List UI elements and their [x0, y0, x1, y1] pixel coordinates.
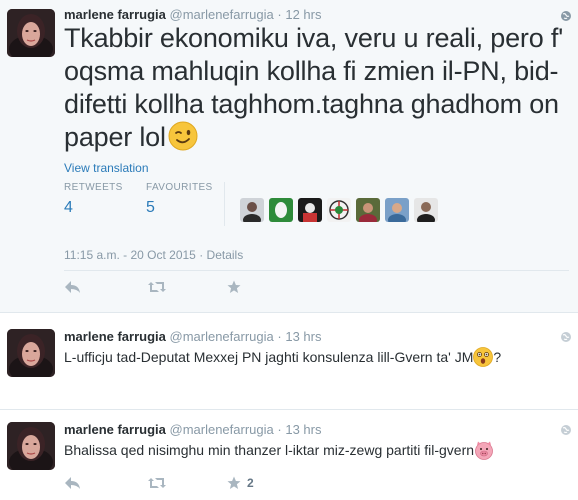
- pig-face-emoji: [475, 441, 493, 460]
- tweet-text-content: Bhalissa qed nisimghu min thanzer l-ikta…: [64, 442, 475, 458]
- retweet-button[interactable]: [147, 279, 167, 295]
- favourites-stat[interactable]: FAVOURITES 5: [146, 182, 213, 217]
- details-link[interactable]: Details: [207, 248, 244, 262]
- stats-divider: [224, 182, 225, 226]
- separator-dot: ·: [277, 422, 282, 437]
- avatar[interactable]: [7, 422, 55, 470]
- retweets-label: RETWEETS: [64, 182, 123, 193]
- tweet-time[interactable]: 13 hrs: [285, 329, 321, 344]
- astonished-face-emoji: [473, 346, 494, 367]
- user-handle[interactable]: @marlenefarrugia: [170, 422, 274, 437]
- tweet-text-content: Tkabbir ekonomiku iva, veru u reali, per…: [64, 23, 564, 152]
- reply-button[interactable]: [64, 475, 81, 491]
- tweet-actions: [64, 279, 364, 295]
- retweets-count: 4: [64, 199, 73, 216]
- view-translation-link[interactable]: View translation: [64, 161, 149, 175]
- display-name[interactable]: marlene farrugia: [64, 7, 166, 22]
- retweet-button[interactable]: [147, 475, 173, 491]
- separator-dot: ·: [199, 248, 204, 262]
- favouriter-avatar[interactable]: [356, 198, 380, 222]
- retweet-icon: [148, 282, 166, 292]
- user-handle[interactable]: @marlenefarrugia: [170, 329, 274, 344]
- star-icon: [227, 476, 241, 489]
- favourites-count: 5: [146, 199, 155, 216]
- favouriter-avatar[interactable]: [385, 198, 409, 222]
- favourite-count: 2: [247, 476, 254, 490]
- tweet-header: marlene farrugia @marlenefarrugia · 12 h…: [64, 7, 321, 22]
- reply-icon: [65, 281, 80, 293]
- favourite-button[interactable]: [227, 279, 241, 295]
- tweet-text-content: L-ufficju tad-Deputat Mexxej PN jaghti k…: [64, 349, 474, 365]
- avatar[interactable]: [7, 329, 55, 377]
- display-name[interactable]: marlene farrugia: [64, 422, 166, 437]
- tweet[interactable]: marlene farrugia @marlenefarrugia · 13 h…: [0, 314, 578, 410]
- tweet-meta: 11:15 a.m. - 20 Oct 2015 · Details: [64, 248, 243, 262]
- tweet-stats: RETWEETS 4 FAVOURITES 5: [64, 182, 544, 232]
- user-handle[interactable]: @marlenefarrugia: [170, 7, 274, 22]
- retweet-icon: [148, 478, 166, 488]
- globe-icon: [561, 11, 571, 21]
- tweet-text-trailing: ?: [493, 349, 502, 365]
- favourite-button[interactable]: 2: [227, 475, 254, 491]
- tweet-time[interactable]: 13 hrs: [285, 422, 321, 437]
- favourites-label: FAVOURITES: [146, 182, 213, 193]
- tweet-header: marlene farrugia @marlenefarrugia · 13 h…: [64, 422, 321, 437]
- tweet-timestamp: 11:15 a.m. - 20 Oct 2015: [64, 248, 196, 262]
- tweet-header: marlene farrugia @marlenefarrugia · 13 h…: [64, 329, 321, 344]
- favouriter-avatar[interactable]: [269, 198, 293, 222]
- tweet-text: Tkabbir ekonomiku iva, veru u reali, per…: [64, 22, 569, 154]
- winking-face-emoji: [168, 121, 198, 151]
- favouriter-avatar[interactable]: [414, 198, 438, 222]
- star-icon: [227, 280, 241, 293]
- reply-button[interactable]: [64, 279, 81, 295]
- tweet-actions: 2: [64, 475, 364, 491]
- display-name[interactable]: marlene farrugia: [64, 329, 166, 344]
- retweets-stat[interactable]: RETWEETS 4: [64, 182, 123, 217]
- tweet[interactable]: marlene farrugia @marlenefarrugia · 13 h…: [0, 411, 578, 500]
- favouriter-avatar[interactable]: [327, 198, 351, 222]
- separator-dot: ·: [277, 329, 282, 344]
- tweet-text: Bhalissa qed nisimghu min thanzer l-ikta…: [64, 441, 494, 460]
- favouriter-avatar[interactable]: [298, 198, 322, 222]
- divider: [64, 270, 569, 271]
- avatar[interactable]: [7, 9, 55, 57]
- tweet-time[interactable]: 12 hrs: [285, 7, 321, 22]
- globe-icon: [561, 425, 571, 435]
- separator-dot: ·: [277, 7, 282, 22]
- favouriter-avatar[interactable]: [240, 198, 264, 222]
- globe-icon: [561, 332, 571, 342]
- reply-icon: [65, 477, 80, 489]
- tweet-text: L-ufficju tad-Deputat Mexxej PN jaghti k…: [64, 346, 502, 367]
- expanded-tweet: marlene farrugia @marlenefarrugia · 12 h…: [0, 0, 578, 313]
